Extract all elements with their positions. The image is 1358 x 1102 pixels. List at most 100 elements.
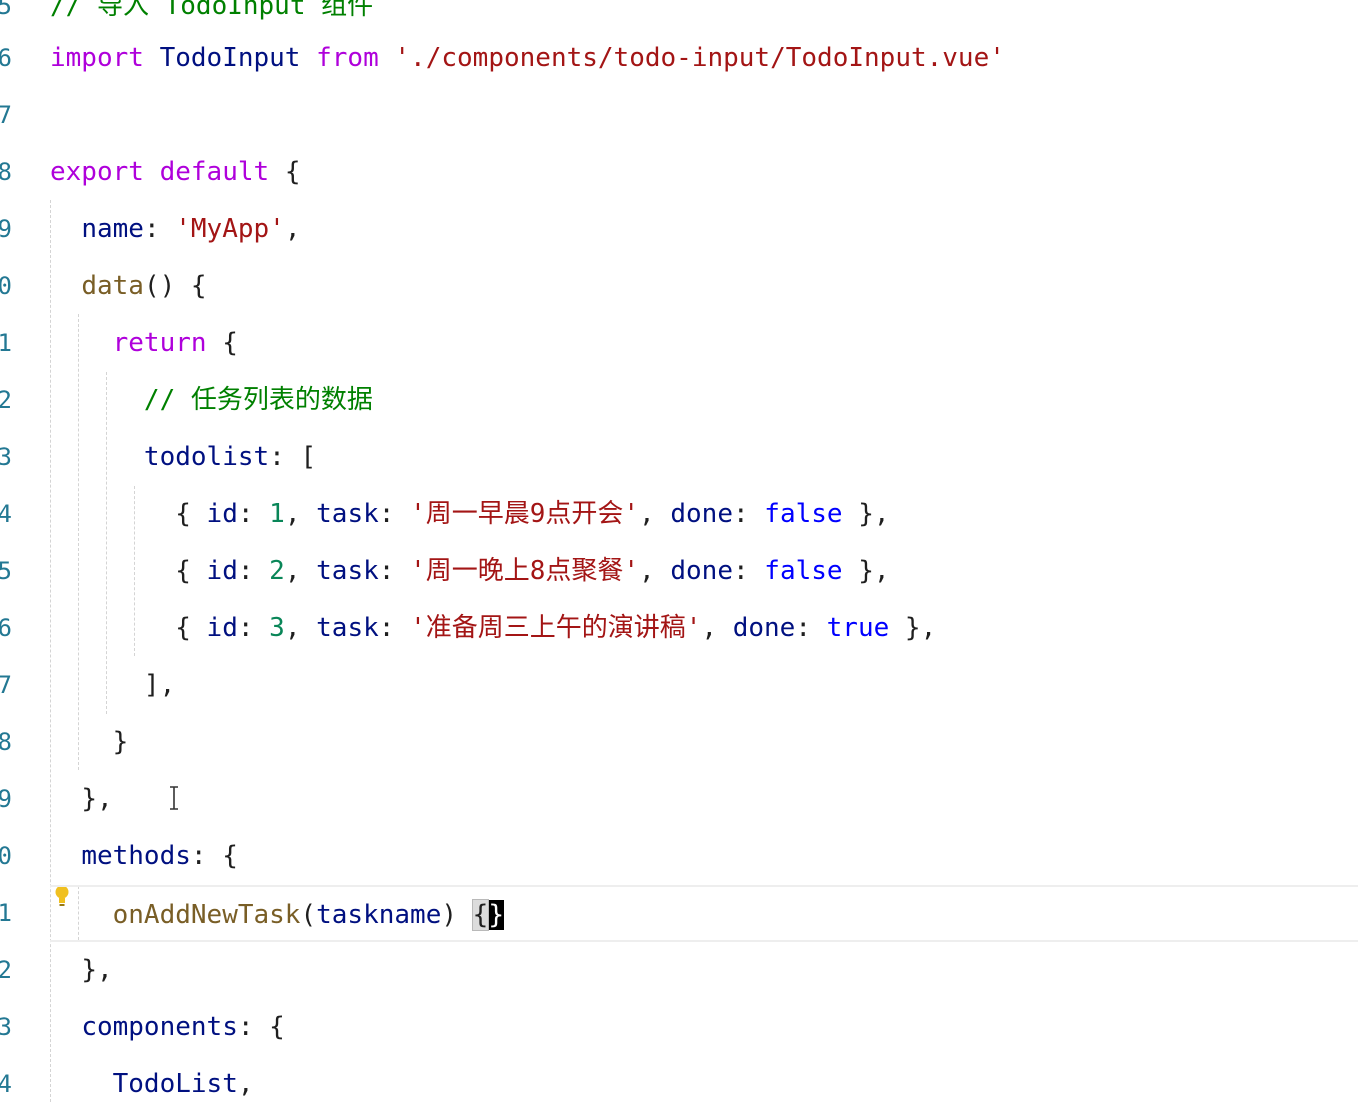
punctuation: { <box>175 556 191 586</box>
string-literal: '周一晚上8点聚餐' <box>410 556 640 586</box>
punctuation: }, <box>858 499 890 529</box>
property-key: done <box>732 613 796 643</box>
number-literal: 1 <box>269 499 285 529</box>
parameter: taskname <box>316 900 442 930</box>
code-line-9: name: 'MyApp', <box>50 201 1358 258</box>
code-line-19: }, <box>50 771 1358 828</box>
punctuation: { <box>269 1012 285 1042</box>
punctuation: } <box>112 727 129 757</box>
line-number: 9 <box>0 215 12 243</box>
punctuation: () <box>143 271 176 301</box>
string-literal: '准备周三上午的演讲稿' <box>410 613 702 643</box>
property-key: task <box>316 613 379 643</box>
line-number-gutter: 5 6 7 8 9 0 1 2 3 4 5 6 7 8 9 0 1 2 3 4 <box>0 0 18 1102</box>
code-line-10: data() { <box>50 258 1358 315</box>
line-number: 1 <box>0 329 12 357</box>
punctuation: : <box>143 214 160 244</box>
number-literal: 2 <box>269 556 285 586</box>
keyword: import <box>50 43 144 73</box>
code-editor[interactable]: 5 6 7 8 9 0 1 2 3 4 5 6 7 8 9 0 1 2 3 4 … <box>0 0 1358 1102</box>
line-number: 8 <box>0 158 12 186</box>
comment: // 任务列表的数据 <box>143 385 373 415</box>
matched-bracket: { <box>471 899 490 931</box>
string-literal: '周一早晨9点开会' <box>410 499 640 529</box>
property-key: done <box>670 556 733 586</box>
property-key: task <box>316 499 379 529</box>
line-number: 7 <box>0 671 12 699</box>
keyword: return <box>112 328 207 358</box>
punctuation: { <box>190 271 207 301</box>
property-key: name <box>81 214 144 244</box>
property-key: id <box>206 613 238 643</box>
function-name: onAddNewTask <box>112 900 301 930</box>
line-number: 4 <box>0 1070 12 1098</box>
keyword: default <box>159 157 270 187</box>
code-line-8: export default { <box>50 144 1358 201</box>
punctuation: [ <box>300 442 317 472</box>
property-key: methods <box>81 841 191 871</box>
punctuation: }, <box>858 556 890 586</box>
line-number: 6 <box>0 614 12 642</box>
line-number: 1 <box>0 899 12 927</box>
code-line-13: todolist: [ <box>50 429 1358 486</box>
code-line-15: { id: 2, task: '周一晚上8点聚餐', done: false }… <box>175 556 890 586</box>
punctuation: { <box>175 613 191 643</box>
punctuation: , <box>284 214 301 244</box>
punctuation: { <box>284 157 301 187</box>
code-line-23: components: { <box>50 999 1358 1056</box>
code-line-11: return { <box>50 315 1358 372</box>
string-literal: './components/todo-input/TodoInput.vue' <box>394 43 1005 73</box>
line-number: 6 <box>0 44 12 72</box>
line-number: 9 <box>0 785 12 813</box>
code-line-22: }, <box>50 942 1358 999</box>
punctuation: }, <box>904 613 937 643</box>
code-area[interactable]: // 导入 TodoInput 组件 import TodoInput from… <box>50 0 1358 1102</box>
property-key: id <box>206 499 238 529</box>
property-key: task <box>316 556 379 586</box>
line-number: 0 <box>0 842 12 870</box>
line-number: 3 <box>0 1013 12 1041</box>
property-key: todolist <box>143 442 270 472</box>
punctuation: : <box>269 442 285 472</box>
punctuation: { <box>222 328 238 358</box>
line-number: 2 <box>0 956 12 984</box>
keyword: from <box>316 43 379 73</box>
punctuation: { <box>175 499 191 529</box>
punctuation: }, <box>81 955 113 985</box>
identifier: TodoInput <box>159 43 301 73</box>
line-number: 2 <box>0 386 12 414</box>
code-line-24: TodoList, <box>50 1056 1358 1102</box>
punctuation: }, <box>81 784 113 814</box>
boolean-literal: true <box>826 613 890 643</box>
line-number: 5 <box>0 557 12 585</box>
number-literal: 3 <box>269 613 285 643</box>
text-cursor-icon <box>170 786 178 810</box>
code-line-6: import TodoInput from './components/todo… <box>50 30 1358 87</box>
code-line-20: methods: { <box>50 828 1358 885</box>
text-cursor: } <box>488 900 504 930</box>
boolean-literal: false <box>764 556 843 586</box>
line-number: 0 <box>0 272 12 300</box>
line-number: 3 <box>0 443 12 471</box>
punctuation: : <box>190 841 207 871</box>
code-line-21-current[interactable]: onAddNewTask(taskname) {} <box>50 885 1358 942</box>
string-literal: 'MyApp' <box>175 214 285 244</box>
punctuation: ( <box>300 900 317 930</box>
line-number: 8 <box>0 728 12 756</box>
line-number: 7 <box>0 101 12 129</box>
code-line-14: { id: 1, task: '周一早晨9点开会', done: false }… <box>175 499 890 529</box>
comment: // 导入 TodoInput 组件 <box>50 0 374 21</box>
keyword: export <box>50 157 144 187</box>
punctuation: ) <box>441 900 458 930</box>
code-line-12: // 任务列表的数据 <box>50 372 1358 429</box>
punctuation: , <box>237 1069 254 1099</box>
punctuation: { <box>222 841 238 871</box>
property-key: components <box>81 1012 238 1042</box>
property-key: id <box>206 556 238 586</box>
property-key: done <box>670 499 733 529</box>
line-number: 4 <box>0 500 12 528</box>
function-name: data <box>81 271 144 301</box>
code-line-16: { id: 3, task: '准备周三上午的演讲稿', done: true … <box>175 613 937 643</box>
punctuation: ], <box>143 670 176 700</box>
code-line-18: } <box>50 714 1358 771</box>
